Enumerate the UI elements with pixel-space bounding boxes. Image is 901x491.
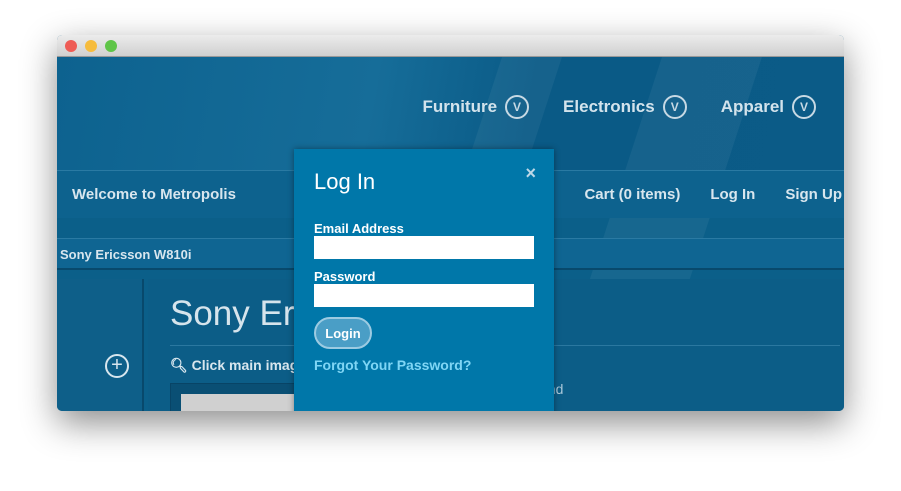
login-modal: Log In × Email Address Password Login Fo… — [294, 149, 554, 411]
login-button[interactable]: Login — [314, 317, 372, 349]
login-link[interactable]: Log In — [710, 186, 755, 203]
modal-title: Log In — [314, 169, 376, 194]
email-field[interactable] — [314, 236, 534, 259]
chevron-down-icon[interactable]: V — [505, 95, 530, 119]
cart-link[interactable]: Cart (0 items) — [584, 186, 680, 203]
left-column: + — [57, 279, 144, 411]
magnifier-icon: 🔍︎ — [170, 357, 192, 373]
welcome-text: Welcome to Metropolis — [72, 186, 236, 203]
category-label: Furniture — [422, 97, 498, 116]
category-label: Electronics — [563, 97, 655, 116]
chevron-down-icon[interactable]: V — [792, 95, 816, 119]
password-label: Password — [314, 269, 376, 284]
signup-link[interactable]: Sign Up — [785, 186, 842, 203]
category-furniture[interactable]: Furniture V — [422, 95, 530, 119]
minimize-window-button[interactable] — [85, 40, 97, 52]
close-window-button[interactable] — [65, 40, 77, 52]
zoom-hint-text: Click main image — [191, 357, 307, 373]
browser-window: Furniture V Electronics V Apparel V Welcome… — [57, 35, 844, 411]
chevron-down-icon[interactable]: V — [662, 95, 687, 119]
close-icon[interactable]: × — [525, 163, 536, 184]
zoom-window-button[interactable] — [105, 40, 117, 52]
forgot-password-link[interactable]: Forgot Your Password? — [314, 357, 534, 373]
category-electronics[interactable]: Electronics V — [563, 95, 687, 119]
category-nav: Furniture V Electronics V Apparel V — [422, 95, 816, 119]
password-field[interactable] — [314, 284, 534, 307]
email-label: Email Address — [314, 221, 404, 236]
category-apparel[interactable]: Apparel V — [721, 95, 816, 119]
title-bar — [57, 35, 844, 57]
plus-circle-icon[interactable]: + — [105, 354, 129, 378]
category-label: Apparel — [720, 97, 784, 116]
